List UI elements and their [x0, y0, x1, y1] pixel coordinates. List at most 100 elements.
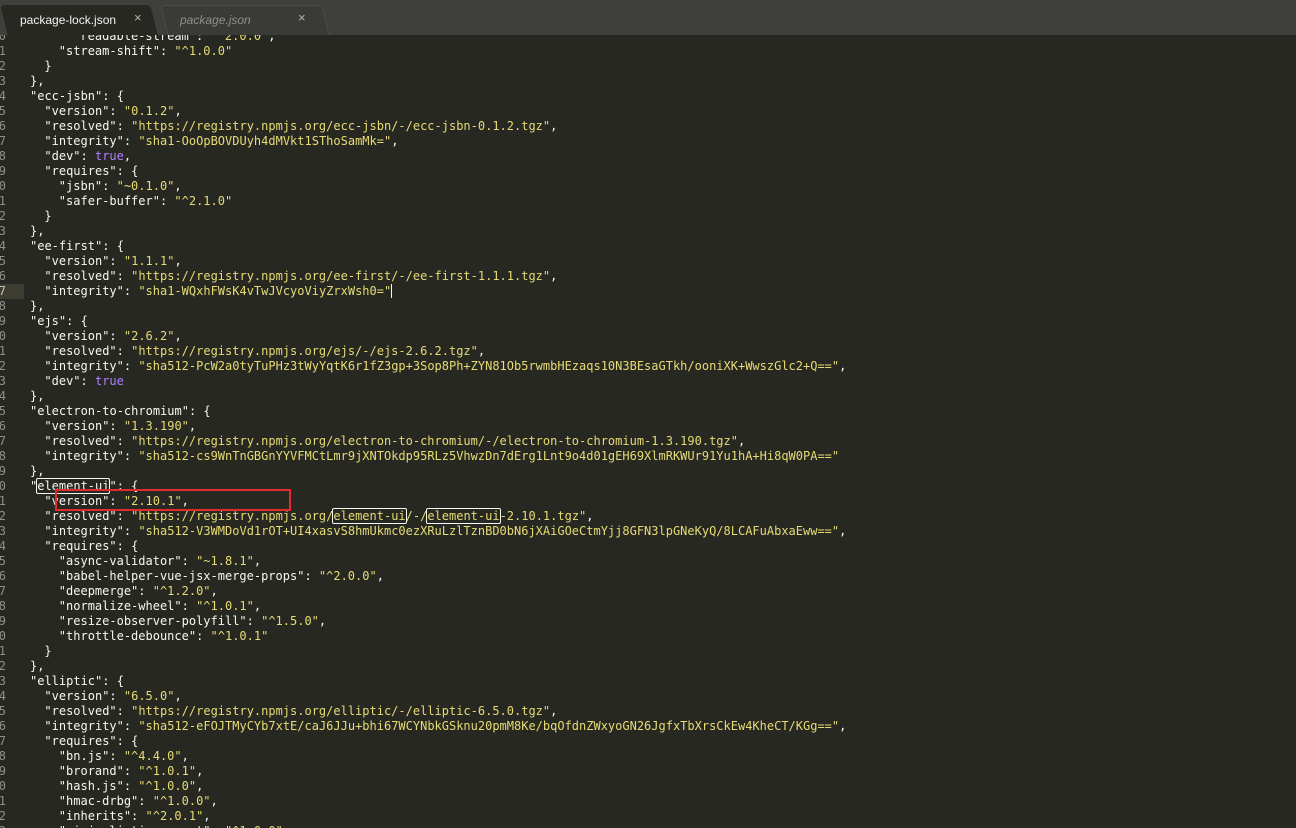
- code-line[interactable]: 0 "throttle-debounce": "^1.0.1": [0, 629, 1296, 644]
- line-number: 3: [0, 824, 6, 828]
- code-text: "async-validator": "~1.8.1",: [59, 554, 261, 569]
- code-text: "safer-buffer": "^2.1.0": [59, 194, 232, 209]
- code-line[interactable]: 1}: [0, 644, 1296, 659]
- code-line[interactable]: 2 "inherits": "^2.0.1",: [0, 809, 1296, 824]
- code-line[interactable]: 1 "stream-shift": "^1.0.0": [0, 44, 1296, 59]
- json-key: "requires": [44, 164, 117, 178]
- code-line[interactable]: 1 "resolved": "https://registry.npmjs.org…: [0, 344, 1296, 359]
- code-line[interactable]: 4 "version": "6.5.0",: [0, 689, 1296, 704]
- code-text: "hash.js": "^1.0.0",: [59, 779, 204, 794]
- line-number: 5: [0, 554, 6, 568]
- line-number: 5: [0, 254, 6, 268]
- code-line[interactable]: 5 "electron-to-chromium": {: [0, 404, 1296, 419]
- json-punctuation: :: [116, 509, 132, 523]
- code-editor[interactable]: 0 "readable-stream": "^2.0.0", 1 "stream-sh…: [0, 35, 1296, 828]
- code-line[interactable]: 4},: [0, 389, 1296, 404]
- json-string: "^1.0.1": [138, 764, 197, 778]
- line-number: 4: [0, 89, 6, 103]
- code-line[interactable]: 7 "integrity": "sha1-OoOpBOVDUyh4dMVkt1ST…: [0, 134, 1296, 149]
- line-number: 0: [0, 179, 6, 193]
- code-line[interactable]: 7 "integrity": "sha1-WQxhFWsK4vTwJVcyoViy…: [0, 284, 1296, 299]
- code-line[interactable]: 9 "resize-observer-polyfill": "^1.5.0",: [0, 614, 1296, 629]
- json-punctuation: ,: [737, 434, 746, 448]
- json-punctuation: ,: [550, 269, 558, 283]
- code-line[interactable]: 6 "integrity": "sha512-eFOJTMyCYb7xtE/caJ…: [0, 719, 1296, 734]
- tab-label: package.json: [180, 13, 251, 27]
- code-line[interactable]: 2},: [0, 659, 1296, 674]
- json-string: "https://registry.npmjs.org/ejs/-/ejs-2.…: [131, 344, 478, 358]
- close-icon[interactable]: ×: [298, 11, 306, 24]
- code-line[interactable]: 2 "resolved": "https://registry.npmjs.org…: [0, 508, 1296, 524]
- code-line[interactable]: 3},: [0, 224, 1296, 239]
- code-line[interactable]: 0 "readable-stream": "^2.0.0",: [0, 35, 1296, 44]
- json-key: "ejs": [30, 314, 67, 328]
- code-text: },: [30, 659, 44, 674]
- code-line[interactable]: 5 "async-validator": "~1.8.1",: [0, 554, 1296, 569]
- json-string: "~1.8.1": [196, 554, 254, 568]
- json-punctuation: },: [30, 224, 45, 238]
- line-number: 9: [0, 164, 6, 178]
- tab-package-json[interactable]: package.json ×: [160, 5, 330, 35]
- code-line[interactable]: 6 "babel-helper-vue-jsx-merge-props": "^2…: [0, 569, 1296, 584]
- code-line[interactable]: 3 "dev": true: [0, 374, 1296, 389]
- code-line[interactable]: 4 "requires": {: [0, 539, 1296, 554]
- code-line[interactable]: 7 "resolved": "https://registry.npmjs.org…: [0, 434, 1296, 449]
- code-line[interactable]: 9 "requires": {: [0, 164, 1296, 179]
- code-line[interactable]: 5 "version": "0.1.2",: [0, 104, 1296, 119]
- code-line[interactable]: 9},: [0, 464, 1296, 479]
- code-line[interactable]: 6 "resolved": "https://registry.npmjs.org…: [0, 269, 1296, 284]
- code-text: "dev": true: [44, 374, 123, 389]
- json-string: -2.10.1.tgz": [499, 509, 587, 523]
- json-punctuation: :: [159, 44, 175, 58]
- code-line[interactable]: 2}: [0, 59, 1296, 74]
- code-line[interactable]: 8 "integrity": "sha512-cs9WnTnGBGnYYVFMCt…: [0, 449, 1296, 464]
- code-line[interactable]: 2 "integrity": "sha512-PcW2a0tyTuPHz3tWyY…: [0, 359, 1296, 374]
- code-line[interactable]: 3 "minimalistic-assert": "^1.0.0",: [0, 824, 1296, 828]
- code-line[interactable]: 4 "ecc-jsbn": {: [0, 89, 1296, 104]
- tab-package-lock-json[interactable]: package-lock.json ×: [0, 5, 158, 35]
- code-line[interactable]: 3 "integrity": "sha512-V3WMDoVd1rOT+UI4xa…: [0, 524, 1296, 539]
- code-line[interactable]: 5 "resolved": "https://registry.npmjs.org…: [0, 704, 1296, 719]
- json-key: "dev": [44, 149, 81, 163]
- code-line[interactable]: 1 "safer-buffer": "^2.1.0": [0, 194, 1296, 209]
- code-line[interactable]: 9 "ejs": {: [0, 314, 1296, 329]
- json-punctuation: ,: [174, 329, 182, 343]
- code-line[interactable]: 0 "jsbn": "~0.1.0",: [0, 179, 1296, 194]
- code-line[interactable]: 8 "normalize-wheel": "^1.0.1",: [0, 599, 1296, 614]
- code-line[interactable]: 0 "element-ui": {: [0, 478, 1296, 494]
- line-number: 6: [0, 119, 6, 133]
- code-line[interactable]: 3},: [0, 74, 1296, 89]
- code-line[interactable]: 7 "deepmerge": "^1.2.0",: [0, 584, 1296, 599]
- code-line[interactable]: 8},: [0, 299, 1296, 314]
- json-key: "minimalistic-assert": [59, 824, 211, 828]
- close-icon[interactable]: ×: [134, 11, 142, 24]
- json-key: "stream-shift": [58, 44, 160, 58]
- code-line[interactable]: 7 "requires": {: [0, 734, 1296, 749]
- json-punctuation: :: [181, 554, 197, 568]
- code-line[interactable]: 8 "dev": true,: [0, 149, 1296, 164]
- code-line[interactable]: 8 "bn.js": "^4.4.0",: [0, 749, 1296, 764]
- line-number: 2: [0, 659, 6, 673]
- json-punctuation: :: [109, 104, 124, 118]
- json-key: "resolved": [44, 344, 117, 358]
- json-key: "integrity": [44, 719, 124, 733]
- code-line[interactable]: 5 "version": "1.1.1",: [0, 254, 1296, 269]
- json-punctuation: },: [30, 464, 45, 478]
- code-line[interactable]: 4 "ee-first": {: [0, 239, 1296, 254]
- json-punctuation: :: [109, 254, 124, 268]
- code-text: "requires": {: [44, 164, 138, 179]
- code-line[interactable]: 0 "version": "2.6.2",: [0, 329, 1296, 344]
- json-punctuation: :: [246, 614, 262, 628]
- code-line[interactable]: 3 "elliptic": {: [0, 674, 1296, 689]
- code-text: "resolved": "https://registry.npmjs.org/…: [44, 344, 485, 359]
- code-line[interactable]: 9 "brorand": "^1.0.1",: [0, 764, 1296, 779]
- code-line[interactable]: 1 "version": "2.10.1",: [0, 494, 1296, 509]
- code-line[interactable]: 2}: [0, 209, 1296, 224]
- code-text: "version": "2.10.1",: [44, 494, 189, 509]
- code-line[interactable]: 6 "resolved": "https://registry.npmjs.org…: [0, 119, 1296, 134]
- code-text: }: [44, 209, 51, 224]
- code-line[interactable]: 0 "hash.js": "^1.0.0",: [0, 779, 1296, 794]
- code-line[interactable]: 6 "version": "1.3.190",: [0, 419, 1296, 434]
- code-line[interactable]: 1 "hmac-drbg": "^1.0.0",: [0, 794, 1296, 809]
- json-punctuation: ,: [174, 104, 182, 118]
